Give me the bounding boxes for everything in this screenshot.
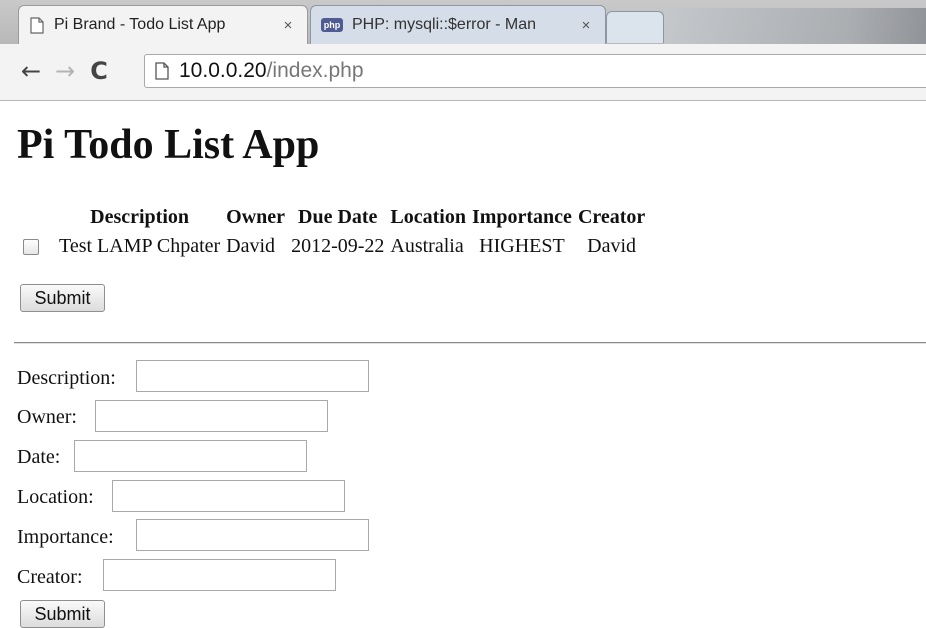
horizontal-divider (14, 342, 926, 344)
cell-due-date: 2012-09-22 (291, 235, 385, 257)
page-content: Pi Todo List App Description Owner Due D… (0, 101, 926, 628)
column-header-importance: Importance (471, 206, 572, 228)
row-checkbox[interactable] (23, 239, 39, 256)
form-submit-button[interactable]: Submit (20, 600, 105, 628)
column-header-due-date: Due Date (298, 206, 378, 228)
cell-location: Australia (390, 235, 464, 257)
url-host: 10.0.0.20 (179, 59, 267, 82)
reload-icon[interactable]: C (86, 57, 112, 85)
page-title: Pi Todo List App (17, 122, 320, 168)
date-input[interactable] (74, 440, 307, 472)
owner-label: Owner: (17, 406, 77, 428)
date-label: Date: (17, 446, 61, 468)
forward-arrow-icon[interactable]: → (52, 57, 78, 85)
table-row: Test LAMP Chpater David 2012-09-22 Austr… (20, 231, 648, 262)
page-icon (155, 62, 169, 80)
php-icon: php (321, 18, 343, 32)
table-header-row: Description Owner Due Date Location Impo… (20, 204, 648, 231)
importance-input[interactable] (136, 519, 369, 551)
column-header-creator: Creator (577, 206, 646, 228)
close-tab-icon[interactable]: × (577, 17, 595, 34)
cell-owner: David (226, 235, 276, 257)
submit-button[interactable]: Submit (20, 284, 105, 312)
cell-importance: HIGHEST (479, 235, 565, 257)
cell-description: Test LAMP Chpater (59, 235, 221, 257)
importance-label: Importance: (17, 526, 114, 548)
back-arrow-icon[interactable]: ← (18, 57, 44, 85)
column-header-description: Description (90, 206, 190, 228)
location-input[interactable] (112, 480, 345, 512)
checkbox-column-header (20, 204, 56, 231)
row-checkbox-cell (20, 231, 56, 262)
column-header-owner: Owner (226, 206, 286, 228)
creator-input[interactable] (103, 559, 336, 591)
creator-label: Creator: (17, 566, 83, 588)
description-label: Description: (17, 367, 116, 389)
column-header-location: Location (390, 206, 466, 228)
cell-creator: David (587, 235, 637, 257)
new-tab-button[interactable] (606, 11, 664, 43)
tab-todo-list-app[interactable]: Pi Brand - Todo List App × (18, 5, 308, 44)
tab-strip: Pi Brand - Todo List App × php PHP: mysq… (0, 0, 926, 44)
todo-table: Description Owner Due Date Location Impo… (20, 204, 648, 262)
owner-input[interactable] (95, 400, 328, 432)
browser-toolbar: ← → C 10.0.0.20/index.php (0, 44, 926, 101)
tab-title: PHP: mysqli::$error - Man (352, 16, 537, 33)
tab-php-manual[interactable]: php PHP: mysqli::$error - Man × (310, 5, 606, 44)
page-icon (29, 16, 45, 34)
close-tab-icon[interactable]: × (279, 17, 297, 34)
description-input[interactable] (136, 360, 369, 392)
tab-title: Pi Brand - Todo List App (54, 16, 226, 33)
location-label: Location: (17, 486, 94, 508)
address-bar[interactable]: 10.0.0.20/index.php (144, 54, 926, 88)
window-titlebar (664, 8, 926, 44)
url-path: /index.php (266, 59, 364, 82)
